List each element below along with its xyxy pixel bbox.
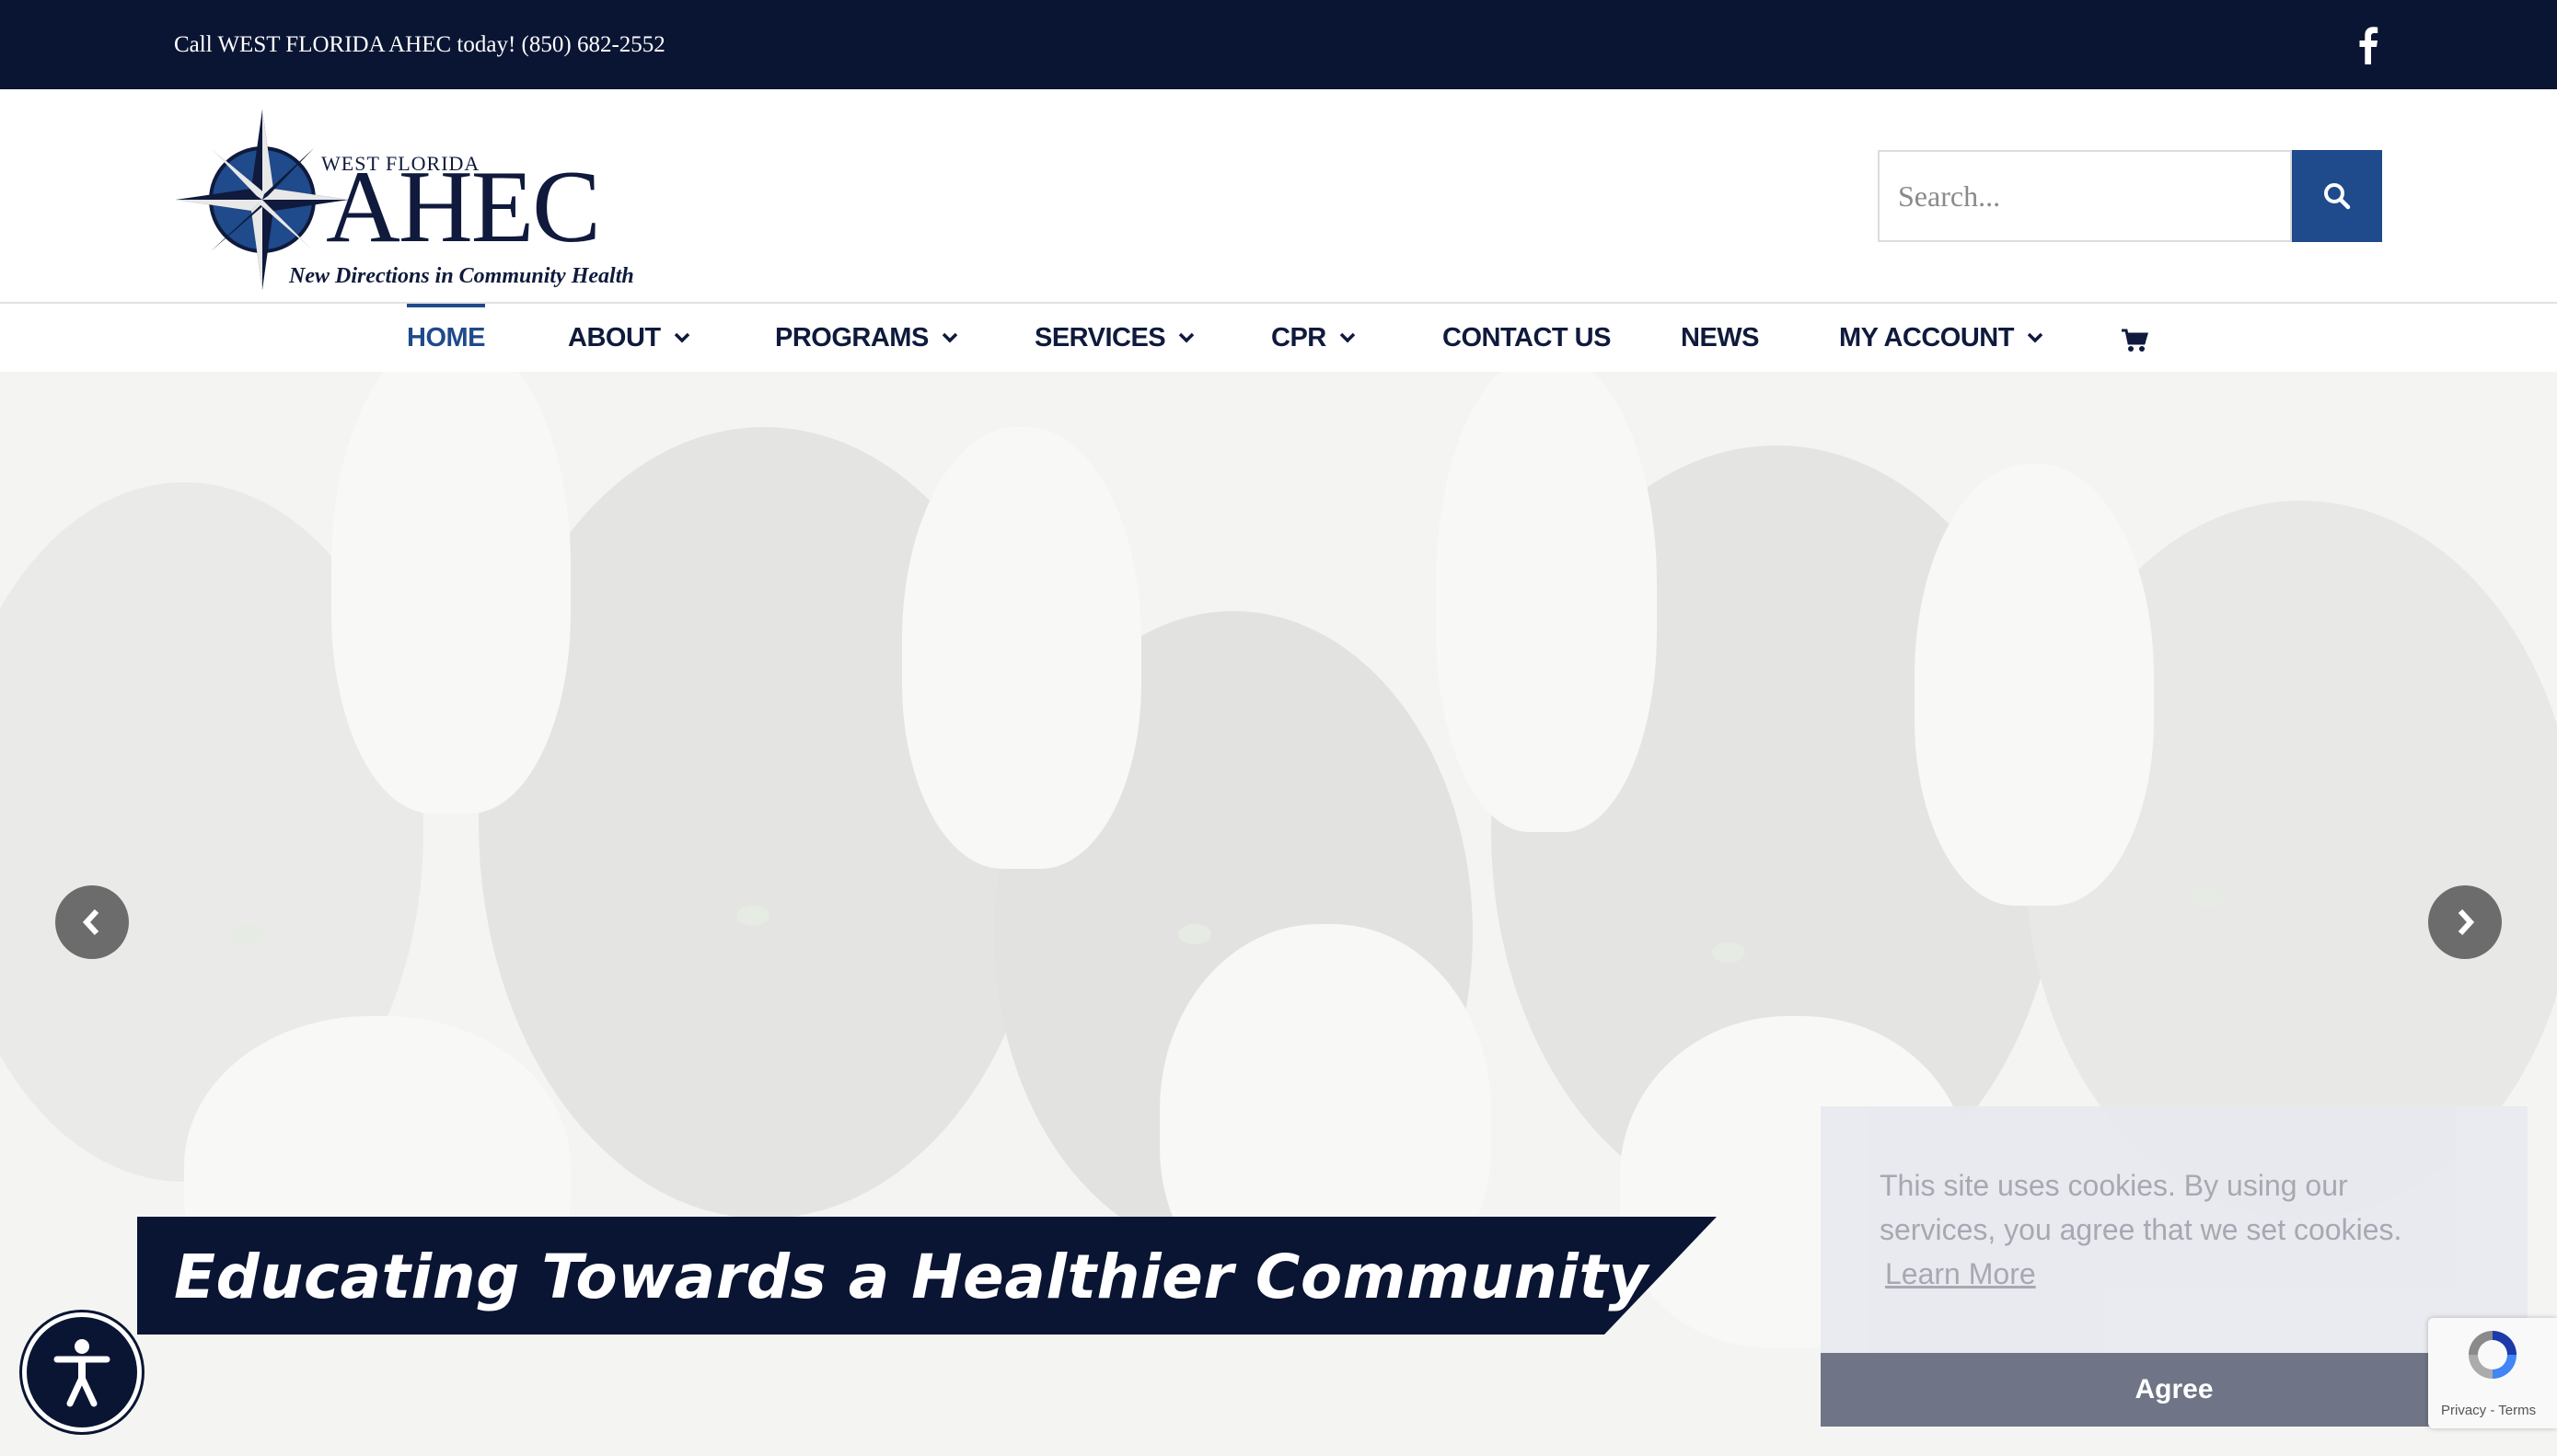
hero-sprout [230,924,263,944]
hero-hand-shape [331,372,571,814]
search-icon [2324,183,2351,210]
nav-item-home[interactable]: HOME [407,304,486,372]
nav-item-label: PROGRAMS [775,322,929,352]
nav-item-my-account[interactable]: MY ACCOUNT [1839,304,2043,372]
chevron-right-icon [2458,908,2475,936]
nav-item-label: SERVICES [1035,322,1166,352]
hero-sprout [736,906,769,926]
search-input[interactable] [1878,150,2292,242]
cookie-agree-button[interactable]: Agree [1821,1353,2528,1427]
chevron-down-icon [1339,332,1355,343]
site-header: WEST FLORIDA AHEC New Directions in Comm… [0,89,2557,304]
nav-item-services[interactable]: SERVICES [1035,304,1195,372]
recaptcha-links[interactable]: Privacy - Terms [2441,1403,2536,1418]
nav-item-contact-us[interactable]: CONTACT US [1442,304,1611,372]
slider-prev-button[interactable] [55,885,129,959]
slider-next-button[interactable] [2428,885,2502,959]
hero-hand-shape [1915,464,2154,906]
recaptcha-icon [2469,1331,2517,1379]
shopping-cart-icon[interactable] [2121,328,2148,353]
nav-item-label: CPR [1271,322,1326,352]
cookie-message: This site uses cookies. By using our ser… [1880,1169,2402,1246]
nav-item-cpr[interactable]: CPR [1271,304,1356,372]
recaptcha-badge[interactable]: Privacy - Terms [2428,1318,2557,1428]
site-logo[interactable]: WEST FLORIDA AHEC New Directions in Comm… [174,108,634,290]
hero-sprout [1712,942,1745,963]
search-button[interactable] [2292,150,2382,242]
chevron-down-icon [2027,332,2043,343]
chevron-down-icon [674,332,689,343]
logo-tagline: New Directions in Community Health [289,264,634,288]
chevron-down-icon [942,332,958,343]
cookie-learn-more-link[interactable]: Learn More [1885,1257,2036,1291]
nav-item-label: ABOUT [568,322,661,352]
nav-item-label: MY ACCOUNT [1839,322,2014,352]
nav-item-label: NEWS [1681,322,1760,352]
hero-hand-shape [902,427,1141,869]
nav-item-label: CONTACT US [1442,322,1611,352]
nav-item-about[interactable]: ABOUT [568,304,690,372]
chevron-down-icon [1178,332,1195,343]
accessibility-icon [53,1339,110,1407]
phone-text: Call WEST FLORIDA AHEC today! (850) 682-… [174,32,665,57]
facebook-icon[interactable] [2353,24,2382,64]
chevron-left-icon [82,908,99,936]
nav-item-programs[interactable]: PROGRAMS [775,304,958,372]
top-bar: Call WEST FLORIDA AHEC today! (850) 682-… [0,0,2557,89]
main-navigation: HOME ABOUT PROGRAMS SERVICES CPR CONTACT… [0,304,2557,372]
nav-item-label: HOME [407,322,486,352]
accessibility-button[interactable] [22,1312,142,1432]
nav-item-news[interactable]: NEWS [1681,304,1760,372]
search-form [1878,150,2382,242]
hero-sprout [2191,887,2224,907]
logo-name-text: AHEC [326,150,601,264]
hero-sprout [1178,924,1211,944]
hero-caption: Educating Towards a Healthier Community [174,1242,1649,1312]
hero-hand-shape [1436,372,1657,832]
